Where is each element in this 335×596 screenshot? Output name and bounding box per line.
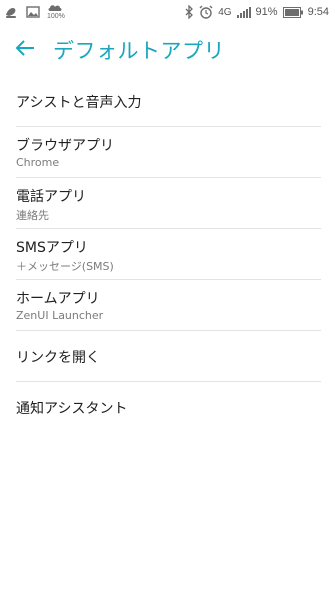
list-item-title: 電話アプリ (16, 189, 86, 205)
data-saver-icon: 100% (46, 3, 65, 21)
alarm-icon (199, 5, 213, 19)
list-item-subtitle: ZenUI Launcher (16, 309, 104, 322)
network-4g-icon: 4G (218, 7, 231, 18)
back-button[interactable] (12, 37, 38, 63)
status-bar-left: 100% (4, 2, 65, 22)
list-item-assist-voice-input[interactable]: アシストと音声入力 (0, 76, 335, 127)
list-item-notification-assistant[interactable]: 通知アシスタント (0, 382, 335, 433)
status-bar: 100% 4G 91% 9:54 (0, 0, 335, 24)
list-item-phone-app[interactable]: 電話アプリ 連絡先 (0, 178, 335, 229)
list-item-subtitle: Chrome (16, 156, 60, 169)
list-item-subtitle: 連絡先 (16, 209, 49, 222)
network-type-label: 4G (218, 6, 232, 18)
battery-percent: 91% (255, 6, 278, 18)
clock: 9:54 (307, 6, 329, 18)
footsteps-icon (4, 5, 20, 19)
app-bar: デフォルトアプリ (0, 24, 335, 78)
list-item-title: ホームアプリ (16, 291, 100, 307)
list-item-open-links[interactable]: リンクを開く (0, 331, 335, 382)
default-apps-list: アシストと音声入力 ブラウザアプリ Chrome 電話アプリ 連絡先 SMSアプ… (0, 76, 335, 433)
list-item-title: SMSアプリ (16, 240, 88, 256)
list-item-subtitle: ＋メッセージ(SMS) (16, 260, 114, 273)
battery-icon (282, 6, 303, 18)
bluetooth-icon (184, 5, 194, 19)
status-bar-right: 4G 91% 9:54 (184, 2, 329, 22)
list-item-title: アシストと音声入力 (16, 95, 142, 111)
list-item-browser-app[interactable]: ブラウザアプリ Chrome (0, 127, 335, 178)
page-title: デフォルトアプリ (53, 39, 225, 63)
signal-icon (236, 6, 251, 18)
list-item-sms-app[interactable]: SMSアプリ ＋メッセージ(SMS) (0, 229, 335, 280)
arrow-back-icon (14, 39, 36, 61)
list-item-home-app[interactable]: ホームアプリ ZenUI Launcher (0, 280, 335, 331)
image-icon (26, 6, 40, 18)
list-item-title: 通知アシスタント (16, 401, 128, 417)
list-item-title: リンクを開く (16, 350, 100, 366)
data-label: 100% (47, 13, 65, 20)
list-item-title: ブラウザアプリ (16, 138, 114, 154)
